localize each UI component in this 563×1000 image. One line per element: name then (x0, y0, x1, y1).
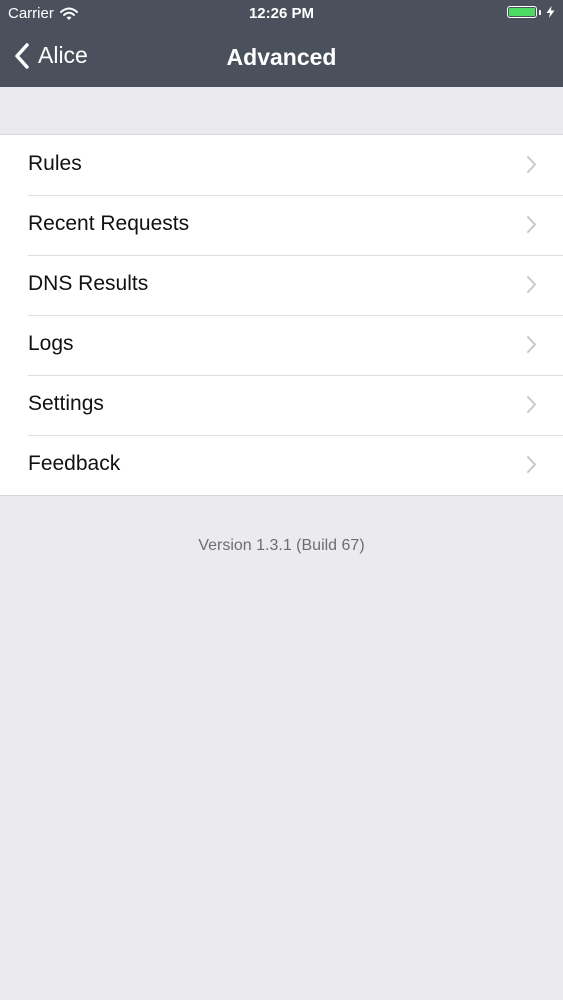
menu-item-rules[interactable]: Rules (0, 135, 563, 195)
battery-indicator (507, 6, 555, 18)
menu-item-logs[interactable]: Logs (0, 315, 563, 375)
menu-item-label: Recent Requests (28, 212, 190, 235)
advanced-menu-list: Rules Recent Requests DNS Results Logs S… (0, 134, 563, 496)
charging-bolt-icon (546, 6, 555, 18)
menu-item-label: Rules (28, 152, 82, 175)
status-time: 12:26 PM (248, 5, 315, 22)
chevron-right-icon (527, 276, 536, 293)
menu-item-label: Logs (28, 332, 74, 355)
menu-item-dns-results[interactable]: DNS Results (0, 255, 563, 315)
navigation-bar: Alice Advanced (0, 28, 563, 87)
battery-tip (539, 9, 541, 15)
chevron-right-icon (527, 156, 536, 173)
chevron-right-icon (527, 456, 536, 473)
menu-item-label: Feedback (28, 452, 121, 475)
battery-icon (507, 6, 537, 18)
menu-item-label: Settings (28, 392, 104, 415)
page-title: Advanced (226, 44, 337, 70)
menu-item-label: DNS Results (28, 272, 149, 295)
version-label: Version 1.3.1 (Build 67) (198, 537, 365, 554)
menu-item-feedback[interactable]: Feedback (0, 435, 563, 495)
chevron-right-icon (527, 336, 536, 353)
top-bar: Carrier 12:26 PM Alice Advanced (0, 0, 563, 87)
chevron-right-icon (527, 216, 536, 233)
battery-fill (509, 8, 535, 16)
menu-item-settings[interactable]: Settings (0, 375, 563, 435)
chevron-right-icon (527, 396, 536, 413)
menu-item-recent-requests[interactable]: Recent Requests (0, 195, 563, 255)
status-bar: Carrier 12:26 PM (0, 0, 563, 28)
